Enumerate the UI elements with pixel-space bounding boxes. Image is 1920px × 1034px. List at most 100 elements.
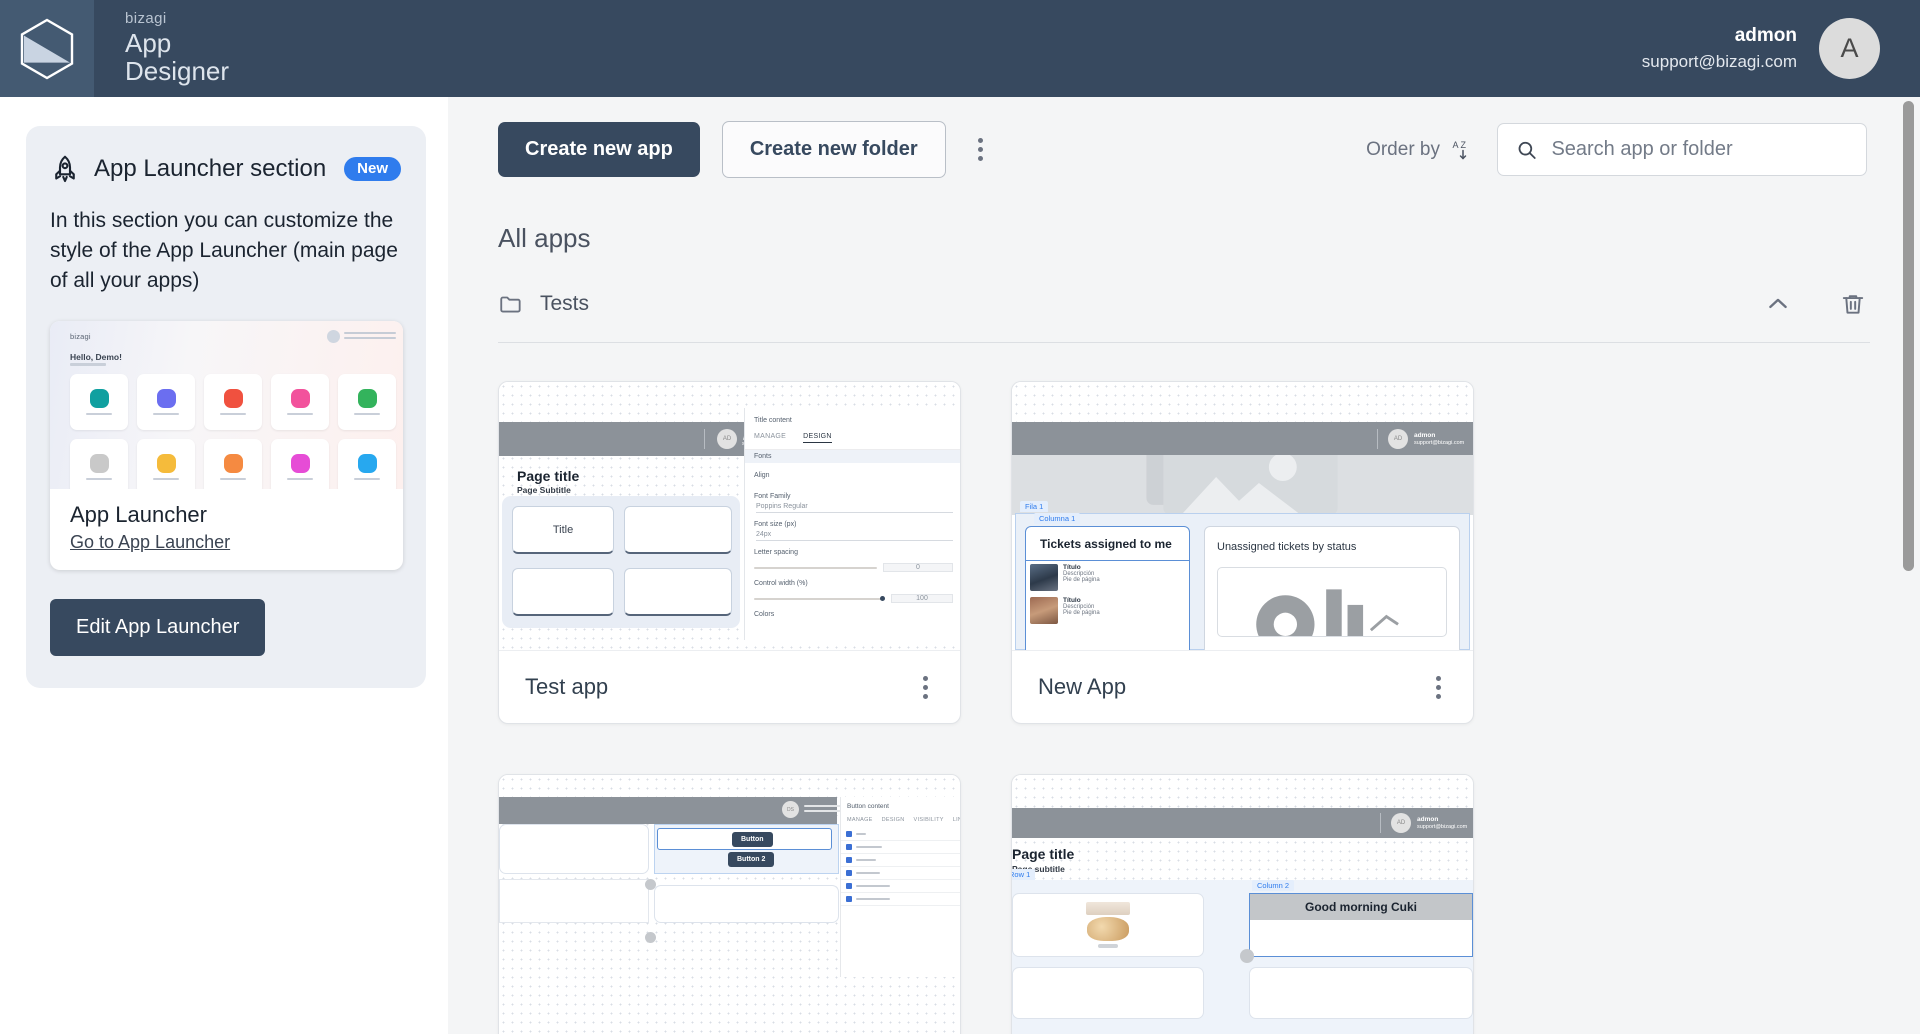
main-content: Create new app Create new folder Order b… xyxy=(448,97,1920,1034)
thumb-checkbox-row[interactable] xyxy=(841,854,960,867)
preview-app-label xyxy=(153,412,179,416)
preview-app-label xyxy=(86,412,112,416)
thumb-chart-placeholder xyxy=(1217,567,1447,637)
preview-app-label xyxy=(354,412,380,416)
thumb-tab-visibility: VISIBILITY xyxy=(913,817,944,823)
thumb-button-1[interactable]: Button xyxy=(732,832,773,847)
thumb-tab-design: DESIGN xyxy=(803,433,832,443)
thumb-tab-links: LINKS xyxy=(952,817,960,823)
preview-app-icon xyxy=(357,453,377,473)
thumb-resize-handle[interactable] xyxy=(1240,949,1254,963)
app-card-kebab-menu-icon[interactable] xyxy=(1426,670,1451,705)
toolbar-kebab-menu-icon[interactable] xyxy=(968,132,993,167)
thumb-tab-design: DESIGN xyxy=(881,817,905,823)
preview-user-lines xyxy=(344,331,396,342)
thumb-panel-tabs: MANAGE DESIGN xyxy=(745,424,960,450)
thumb-list-image xyxy=(1030,564,1058,591)
thumb-checkbox-row[interactable] xyxy=(841,893,960,906)
app-launcher-title: App Launcher section xyxy=(94,155,327,182)
collapse-folder-button[interactable] xyxy=(1760,286,1796,322)
preview-app-icon xyxy=(290,388,310,408)
thumb-resize-handle[interactable] xyxy=(645,879,656,890)
thumb-control-width-value: 100 xyxy=(891,594,953,603)
rocket-icon xyxy=(55,155,75,183)
thumb-widget-tickets: Tickets assigned to me Título Descripció… xyxy=(1025,526,1190,650)
app-card-new-app[interactable]: AD admon support@bizagi.com Fila 1 Colum… xyxy=(1011,381,1474,724)
thumb-font-family-label: Font Family xyxy=(754,493,791,500)
thumb-row-tag: Fila 1 xyxy=(1020,501,1049,512)
thumb-greeting-text: Good morning Cuki xyxy=(1305,900,1417,914)
search-input[interactable] xyxy=(1551,138,1848,161)
thumb-checkbox-row[interactable] xyxy=(841,867,960,880)
app-card-4[interactable]: AD admon support@bizagi.com Page title P… xyxy=(1011,774,1474,1034)
brand-line-2: Designer xyxy=(125,56,230,86)
avatar[interactable]: A xyxy=(1819,18,1880,79)
preview-footer: App Launcher Go to App Launcher xyxy=(50,489,403,570)
thumb-field-3 xyxy=(512,568,614,616)
thumb-resize-handle[interactable] xyxy=(645,932,656,943)
app-card-test-app[interactable]: AD admon support@bizagi.com Page title P… xyxy=(498,381,961,724)
thumb-lower-right-field xyxy=(1249,967,1473,1019)
thumb-widget-title: Unassigned tickets by status xyxy=(1217,541,1357,553)
thumb-list-image xyxy=(1030,597,1058,624)
app-thumbnail: AD admon support@bizagi.com Fila 1 Colum… xyxy=(1012,382,1473,650)
preview-app-tile xyxy=(204,438,262,490)
thumb-user: AD admon support@bizagi.com xyxy=(1377,429,1464,449)
thumb-list-foot: Pie de página xyxy=(1063,610,1100,616)
delete-folder-button[interactable] xyxy=(1836,287,1870,321)
thumb-font-size-value: 24px xyxy=(756,531,953,541)
folder-row-tests[interactable]: Tests xyxy=(498,286,1870,343)
thumb-lower-right-field xyxy=(654,885,839,923)
thumb-greeting-field: Good morning Cuki xyxy=(1249,893,1473,957)
image-placeholder-icon xyxy=(1146,427,1338,515)
thumb-checkbox-row[interactable] xyxy=(841,828,960,841)
brand-line-1: App xyxy=(125,28,172,59)
thumb-checkbox-row[interactable] xyxy=(841,880,960,893)
thumb-lower-left-field xyxy=(1012,967,1204,1019)
thumb-checkbox-row[interactable] xyxy=(841,841,960,854)
preview-logo: bizagi xyxy=(70,332,91,342)
svg-text:A: A xyxy=(1453,140,1459,150)
app-cards-grid: AD admon support@bizagi.com Page title P… xyxy=(498,381,1920,1034)
thumb-button-2[interactable]: Button 2 xyxy=(728,852,775,867)
preview-app-tile xyxy=(70,438,128,490)
preview-app-icon xyxy=(89,453,109,473)
user-name: admon xyxy=(1734,25,1797,46)
vertical-scrollbar[interactable] xyxy=(1903,101,1914,1030)
order-by-label: Order by xyxy=(1366,138,1440,160)
create-new-folder-button[interactable]: Create new folder xyxy=(721,121,946,178)
thumb-user-email: support@bizagi.com xyxy=(1414,439,1465,446)
user-info: admon support@bizagi.com xyxy=(1642,25,1797,72)
thumb-hero-image xyxy=(1012,427,1473,515)
thumb-section-fonts: Fonts xyxy=(745,450,960,463)
go-to-app-launcher-link[interactable]: Go to App Launcher xyxy=(70,532,230,553)
thumb-page-subtitle: Page Subtitle xyxy=(517,485,571,495)
create-new-app-button[interactable]: Create new app xyxy=(498,122,700,177)
thumb-user-name: admon xyxy=(1414,431,1436,439)
order-by-control[interactable]: Order by A Z xyxy=(1366,138,1475,162)
app-thumbnail: AD admon support@bizagi.com Page title P… xyxy=(1012,775,1473,1034)
thumb-user-email: support@bizagi.com xyxy=(1417,823,1468,830)
folder-icon xyxy=(500,296,521,313)
scrollbar-thumb[interactable] xyxy=(1903,101,1914,571)
thumb-field-label: Title xyxy=(552,523,574,536)
app-card-kebab-menu-icon[interactable] xyxy=(913,670,938,705)
thumb-column-tag: Columna 1 xyxy=(1034,513,1081,524)
preview-app-label xyxy=(153,477,179,481)
preview-app-tile xyxy=(271,373,329,430)
app-launcher-description: In this section you can customize the st… xyxy=(50,209,398,292)
search-box[interactable] xyxy=(1497,123,1867,176)
preview-app-icon xyxy=(223,453,243,473)
logo-container[interactable] xyxy=(0,0,94,97)
preview-app-name: App Launcher xyxy=(70,502,207,528)
app-launcher-preview-card[interactable]: bizagi Hello, Demo! App Launcher Go to A… xyxy=(50,321,403,571)
thumb-user: AD admon support@bizagi.com xyxy=(1380,813,1467,833)
app-card-3[interactable]: DS Column 2 Button Button 2 Button conte… xyxy=(498,774,961,1034)
preview-avatar-icon xyxy=(327,330,340,344)
thumb-control-width-slider[interactable] xyxy=(754,596,885,601)
thumb-letter-spacing-slider[interactable] xyxy=(754,566,877,569)
thumb-avatar: AD xyxy=(1391,813,1411,833)
app-card-footer: Test app xyxy=(499,650,960,723)
search-icon xyxy=(1518,141,1536,159)
edit-app-launcher-button[interactable]: Edit App Launcher xyxy=(50,599,266,657)
